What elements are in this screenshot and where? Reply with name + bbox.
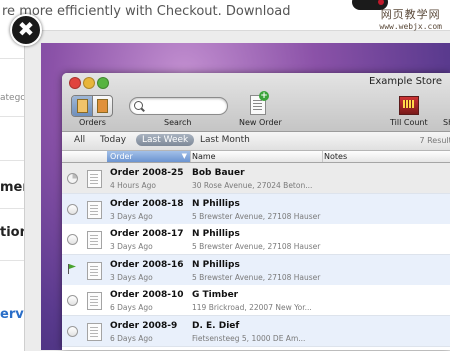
table-row[interactable]: Order 2008-16 3 Days Ago N Phillips 5 Brews… xyxy=(62,254,450,286)
notebook-icon xyxy=(97,99,108,113)
radio-icon[interactable] xyxy=(67,234,78,245)
column-headers: Order ▼ Name Notes xyxy=(62,151,450,163)
customer-address: 5 Brewster Avenue, 27108 Hauser xyxy=(192,211,321,221)
search-input[interactable] xyxy=(129,97,228,115)
receipt-icon xyxy=(87,231,102,249)
filter-today[interactable]: Today xyxy=(100,135,126,145)
watermark-title: 网页教学网 xyxy=(380,8,441,21)
category-fragment: atego xyxy=(0,93,26,103)
column-order-label: Order xyxy=(110,152,133,161)
sort-descending-icon: ▼ xyxy=(181,152,187,160)
filter-all[interactable]: All xyxy=(74,135,85,145)
order-time: 3 Days Ago xyxy=(110,272,153,282)
customer-name: G Timber xyxy=(192,290,239,300)
close-icon[interactable]: ✖ xyxy=(10,14,42,46)
new-order-label: New Order xyxy=(239,118,282,127)
order-time: 4 Hours Ago xyxy=(110,181,156,190)
cash-register-icon[interactable] xyxy=(399,96,419,115)
download-promo-text: re more efficiently with Checkout. Downl… xyxy=(2,4,291,19)
order-number: Order 2008-18 xyxy=(110,198,184,209)
receipt-icon xyxy=(87,322,102,341)
customer-address: 30 Rose Avenue, 27024 Beton... xyxy=(192,181,313,190)
order-number: Order 2008-17 xyxy=(110,229,184,239)
notepad-icon xyxy=(77,99,88,113)
receipt-icon xyxy=(87,200,102,219)
radio-icon[interactable] xyxy=(67,325,78,337)
flag-icon[interactable] xyxy=(67,263,77,274)
receipt-icon xyxy=(87,292,102,310)
filter-last-week[interactable]: Last Week xyxy=(136,134,195,146)
clock-icon[interactable] xyxy=(67,173,78,184)
table-row[interactable]: Order 2008-18 3 Days Ago N Phillips 5 Brews… xyxy=(62,193,450,225)
search-label: Search xyxy=(164,118,192,127)
order-time: 6 Days Ago xyxy=(110,303,153,312)
order-number: Order 2008-9 xyxy=(110,320,178,331)
search-icon xyxy=(134,101,143,110)
till-count-label: Till Count xyxy=(390,118,428,127)
column-order[interactable]: Order ▼ xyxy=(107,151,191,162)
order-number: Order 2008-16 xyxy=(110,259,184,270)
receipt-icon xyxy=(87,170,102,188)
customer-name: N Phillips xyxy=(192,259,240,270)
customer-name: Bob Bauer xyxy=(192,168,245,178)
column-notes[interactable]: Notes xyxy=(321,151,450,162)
table-row[interactable]: Order 2008-17 3 Days Ago N Phillips 5 Brews… xyxy=(62,224,450,255)
customer-name: N Phillips xyxy=(192,229,240,239)
app-window: Example Store Orders Search + New Order … xyxy=(62,73,450,350)
watermark: 网页教学网 www.webjx.com xyxy=(379,6,442,31)
radio-icon[interactable] xyxy=(67,203,78,215)
orders-view-toggle[interactable] xyxy=(71,95,113,117)
window-title: Example Store xyxy=(369,76,442,87)
table-row[interactable]: Order 2008-25 4 Hours Ago Bob Bauer 30 Rose… xyxy=(62,163,450,194)
customer-address: 119 Brickroad, 22007 New Yor... xyxy=(192,303,312,312)
table-row[interactable]: Order 2008-9 6 Days Ago D. E. Dief Fietsens… xyxy=(62,315,450,347)
order-number: Order 2008-25 xyxy=(110,168,184,178)
orders-label: Orders xyxy=(79,118,106,127)
receipt-icon xyxy=(87,261,102,280)
column-name[interactable]: Name xyxy=(189,151,323,162)
customer-name: D. E. Dief xyxy=(192,320,240,331)
customer-address: 5 Brewster Avenue, 27108 Hauser xyxy=(192,272,321,282)
filter-bar: All Today Last Week Last Month 7 Results xyxy=(62,132,450,151)
orders-detail-view[interactable] xyxy=(92,96,112,116)
watermark-url: www.webjx.com xyxy=(379,22,442,31)
filter-last-month[interactable]: Last Month xyxy=(200,135,250,145)
order-time: 3 Days Ago xyxy=(110,242,153,251)
results-count: 7 Results xyxy=(419,136,450,145)
cut-toolbar-label: Sh xyxy=(443,118,450,127)
customer-name: N Phillips xyxy=(192,198,240,209)
plus-icon: + xyxy=(259,91,269,101)
customer-address: 5 Brewster Avenue, 27108 Hauser xyxy=(192,242,321,251)
toolbar: Example Store Orders Search + New Order … xyxy=(62,73,450,132)
radio-icon[interactable] xyxy=(67,295,78,306)
customer-address: Fietsensteeg 5, 1000 DE Am... xyxy=(192,333,306,343)
order-number: Order 2008-10 xyxy=(110,290,184,300)
orders-list-view[interactable] xyxy=(72,96,93,116)
order-time: 3 Days Ago xyxy=(110,211,153,221)
order-time: 6 Days Ago xyxy=(110,333,153,343)
table-row[interactable]: Order 2008-10 6 Days Ago G Timber 119 Brick… xyxy=(62,285,450,316)
